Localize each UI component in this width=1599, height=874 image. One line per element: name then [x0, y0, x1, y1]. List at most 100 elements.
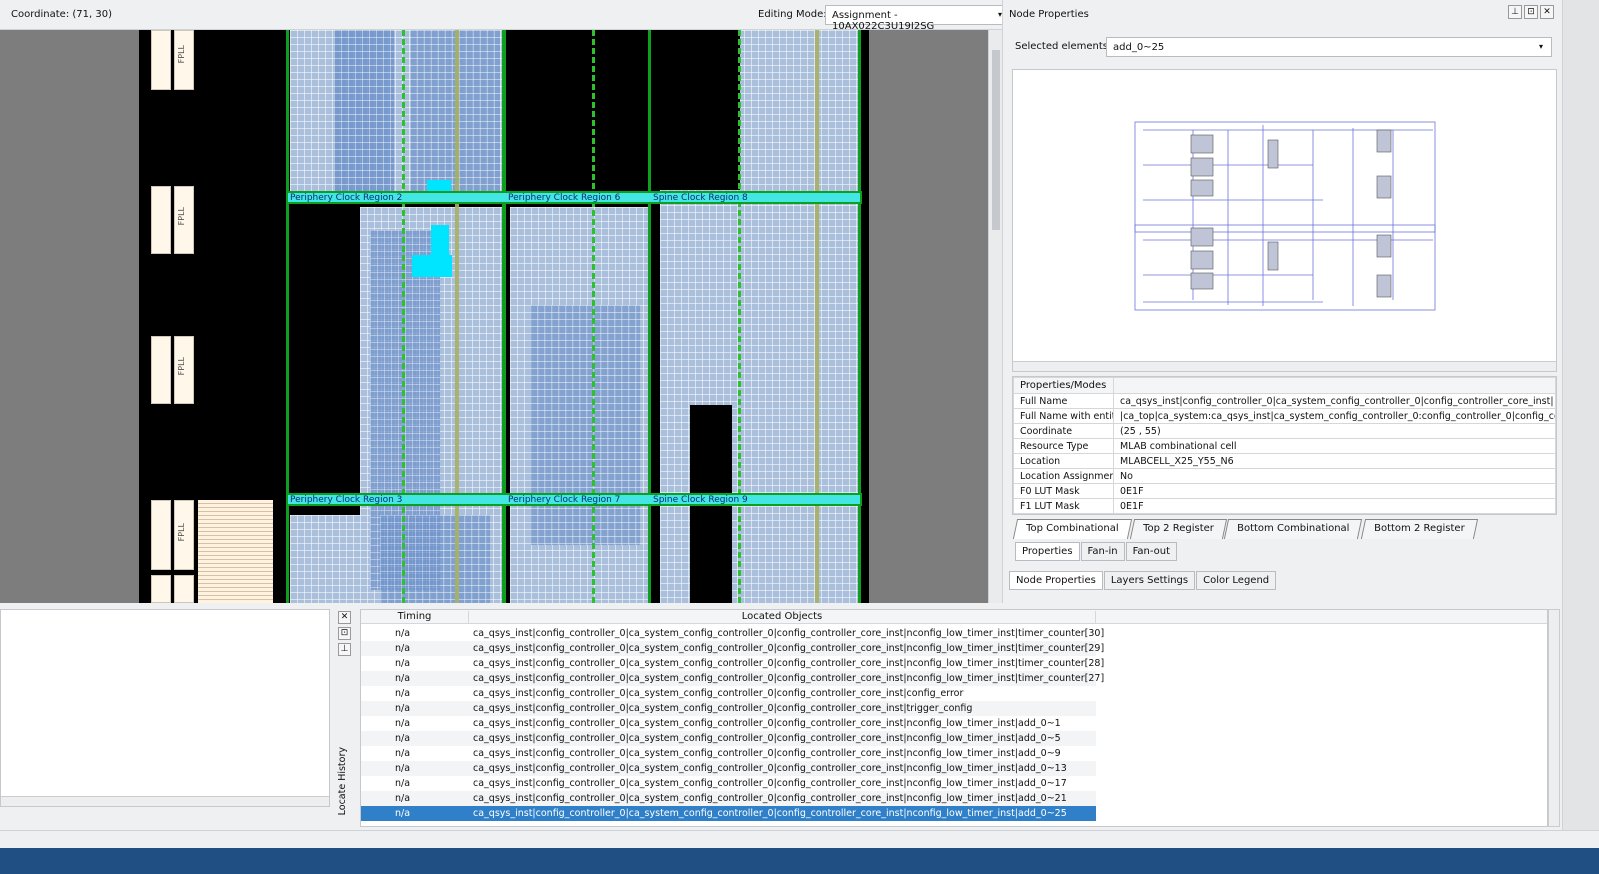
mode-tabs: Top Combinational Top 2 Register Bottom …	[1012, 519, 1478, 539]
fpll-block[interactable]	[151, 30, 171, 90]
chip-canvas[interactable]: FPLL FPLL FPLL FPLL Periphery Clock Regi…	[0, 30, 1002, 603]
column-header-timing[interactable]: Timing	[361, 611, 469, 624]
fpll-block[interactable]: FPLL	[174, 336, 194, 404]
logic-array[interactable]	[290, 515, 360, 603]
editing-mode-value: Assignment - 10AX022C3U19I2SG	[832, 10, 935, 32]
selected-cell[interactable]	[431, 225, 449, 255]
tab-bottom-combinational[interactable]: Bottom Combinational	[1224, 519, 1363, 539]
property-key: Resource Type	[1013, 438, 1114, 454]
close-icon[interactable]: ✕	[1540, 5, 1554, 19]
table-row[interactable]: n/a ca_qsys_inst|config_controller_0|ca_s…	[361, 746, 1096, 761]
io-bank[interactable]	[198, 500, 218, 603]
clock-region-border	[502, 30, 506, 603]
table-row[interactable]: n/a ca_qsys_inst|config_controller_0|ca_s…	[361, 791, 1096, 806]
utilized-logic	[380, 515, 490, 603]
property-row[interactable]: Resource Type MLAB combinational cell	[1013, 438, 1556, 454]
table-row[interactable]: n/a ca_qsys_inst|config_controller_0|ca_s…	[361, 656, 1104, 671]
pin-icon[interactable]: ⊥	[338, 643, 351, 656]
scroll-thumb[interactable]	[992, 50, 1000, 230]
property-row[interactable]: Full Name with entity |ca_top|ca_system:c…	[1013, 408, 1556, 424]
messages-pane[interactable]	[0, 609, 330, 807]
tab-properties[interactable]: Properties	[1015, 542, 1080, 561]
property-row[interactable]: F1 LUT Mask 0E1F	[1013, 498, 1556, 514]
table-row[interactable]: n/a ca_qsys_inst|config_controller_0|ca_s…	[361, 701, 1096, 716]
tab-fan-in[interactable]: Fan-in	[1080, 542, 1125, 561]
float-icon[interactable]: ⊡	[338, 627, 351, 640]
fpll-block[interactable]	[151, 336, 171, 404]
tab-layers-settings[interactable]: Layers Settings	[1103, 571, 1196, 590]
tab-bottom-2-register[interactable]: Bottom 2 Register	[1360, 519, 1478, 539]
float-icon[interactable]: ⊡	[1524, 5, 1538, 19]
tab-node-properties[interactable]: Node Properties	[1009, 571, 1103, 590]
selected-elements-select[interactable]: add_0~25 ▾	[1106, 37, 1552, 57]
property-value: |ca_top|ca_system:ca_qsys_inst|ca_system…	[1113, 408, 1556, 424]
selected-cell[interactable]	[412, 255, 452, 277]
properties-header: Properties/Modes	[1013, 377, 1114, 394]
io-bank[interactable]	[218, 500, 273, 603]
dsp-column	[455, 30, 459, 603]
clock-region-label[interactable]: Spine Clock Region 8	[653, 193, 748, 203]
property-value: (25 , 55)	[1113, 423, 1556, 439]
tab-top-combinational[interactable]: Top Combinational	[1012, 519, 1132, 539]
table-row[interactable]: n/a ca_qsys_inst|config_controller_0|ca_s…	[361, 671, 1104, 686]
fpll-block[interactable]: FPLL	[174, 186, 194, 254]
property-key: F1 LUT Mask	[1013, 498, 1114, 514]
fpll-block[interactable]: FPLL	[174, 30, 194, 90]
schematic-view[interactable]	[1012, 69, 1557, 372]
unused-area	[660, 30, 740, 190]
property-key: Full Name with entity	[1013, 408, 1114, 424]
unused-area	[510, 30, 650, 192]
clock-region-label[interactable]: Spine Clock Region 9	[653, 495, 748, 505]
table-row[interactable]: n/a ca_qsys_inst|config_controller_0|ca_s…	[361, 716, 1096, 731]
table-row-selected[interactable]: n/a ca_qsys_inst|config_controller_0|ca_s…	[361, 806, 1096, 821]
chip-planner-window: Coordinate: (71, 30) Editing Mode: Assig…	[0, 0, 1599, 874]
property-value: No	[1113, 468, 1556, 484]
panel-title: Node Properties	[1009, 9, 1089, 20]
fpll-block[interactable]	[151, 186, 171, 254]
fpll-block[interactable]: FPLL	[174, 500, 194, 570]
table-row[interactable]: n/a ca_qsys_inst|config_controller_0|ca_s…	[361, 761, 1096, 776]
clock-region-label[interactable]: Periphery Clock Region 7	[508, 495, 620, 505]
coordinate-readout: Coordinate: (71, 30)	[11, 9, 112, 20]
fpll-label: FPLL	[177, 523, 186, 542]
table-row[interactable]: n/a ca_qsys_inst|config_controller_0|ca_s…	[361, 626, 1104, 641]
clock-region-label[interactable]: Periphery Clock Region 2	[290, 193, 402, 203]
property-row[interactable]: Location Assignment No	[1013, 468, 1556, 484]
property-row[interactable]: F0 LUT Mask 0E1F	[1013, 483, 1556, 499]
tab-top-2-register[interactable]: Top 2 Register	[1129, 519, 1227, 539]
results-vertical-scrollbar[interactable]	[1548, 609, 1560, 827]
table-row[interactable]: n/a ca_qsys_inst|config_controller_0|ca_s…	[361, 641, 1104, 656]
tab-color-legend[interactable]: Color Legend	[1196, 571, 1277, 590]
editing-mode-select[interactable]: Assignment - 10AX022C3U19I2SG ▾	[825, 5, 1009, 32]
property-value: 0E1F	[1113, 498, 1556, 514]
right-edge-strip	[1562, 0, 1599, 874]
property-row[interactable]: Full Name ca_qsys_inst|config_controller_…	[1013, 393, 1556, 409]
table-row[interactable]: n/a ca_qsys_inst|config_controller_0|ca_s…	[361, 686, 1096, 701]
schematic-diagram	[1134, 121, 1436, 311]
clock-region-border	[858, 30, 861, 603]
property-row[interactable]: Coordinate (25 , 55)	[1013, 423, 1556, 439]
chip-vertical-scrollbar[interactable]	[988, 30, 1002, 603]
chip-toolbar: Coordinate: (71, 30) Editing Mode: Assig…	[0, 0, 1009, 32]
selected-elements-value: add_0~25	[1113, 42, 1165, 53]
fpll-block[interactable]	[151, 575, 171, 603]
utilized-logic	[334, 30, 394, 192]
schematic-horizontal-scrollbar[interactable]	[1013, 361, 1556, 371]
fpll-block[interactable]	[174, 575, 194, 603]
clock-region-label[interactable]: Periphery Clock Region 3	[290, 495, 402, 505]
spine-clock-line	[738, 30, 741, 603]
close-icon[interactable]: ✕	[338, 611, 351, 624]
tab-fan-out[interactable]: Fan-out	[1125, 542, 1178, 561]
table-row[interactable]: n/a ca_qsys_inst|config_controller_0|ca_s…	[361, 776, 1096, 791]
clock-region-label[interactable]: Periphery Clock Region 6	[508, 193, 620, 203]
locate-results-table[interactable]: Timing Located Objects n/a ca_qsys_inst|c…	[360, 609, 1548, 827]
messages-horizontal-scrollbar[interactable]	[1, 796, 329, 806]
selected-elements-label: Selected elements:	[1015, 41, 1112, 52]
spine-clock-line	[402, 30, 405, 603]
property-row[interactable]: Location MLABCELL_X25_Y55_N6	[1013, 453, 1556, 469]
properties-table[interactable]: Properties/Modes Full Name ca_qsys_inst|c…	[1012, 376, 1557, 515]
column-header-located-objects[interactable]: Located Objects	[469, 611, 1096, 624]
table-row[interactable]: n/a ca_qsys_inst|config_controller_0|ca_s…	[361, 731, 1096, 746]
pin-icon[interactable]: ⊥	[1508, 5, 1522, 19]
fpll-block[interactable]	[151, 500, 171, 570]
